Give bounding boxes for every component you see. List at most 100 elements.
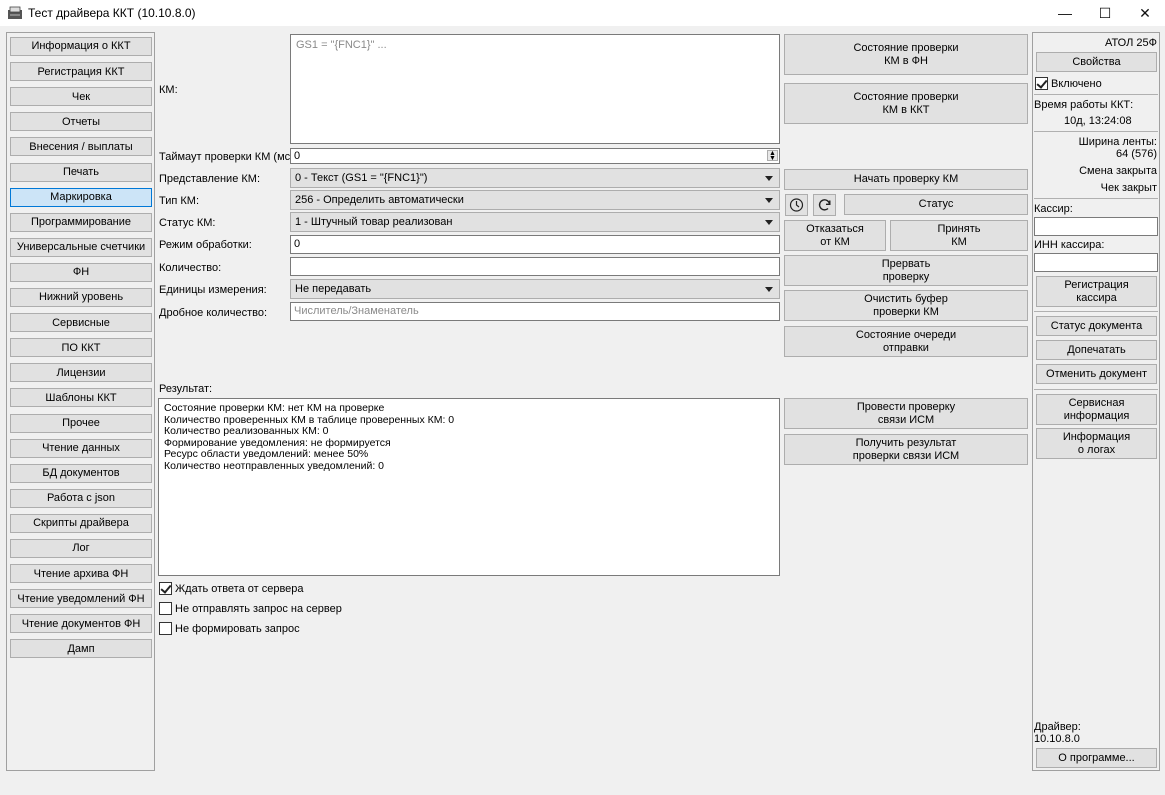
clear-buffer-button[interactable]: Очистить буфер проверки КМ: [784, 290, 1028, 321]
log-info-button[interactable]: Информация о логах: [1036, 428, 1157, 459]
status-button[interactable]: Статус: [844, 194, 1028, 215]
state-kkt-button[interactable]: Состояние проверки КМ в ККТ: [784, 83, 1028, 124]
result-label: Результат:: [159, 383, 213, 395]
driver-version: 10.10.8.0: [1034, 733, 1080, 745]
sidebar-item[interactable]: ПО ККТ: [10, 338, 152, 358]
km-label: КМ:: [159, 84, 178, 96]
mode-input[interactable]: 0: [290, 235, 780, 254]
units-label: Единицы измерения:: [159, 284, 267, 296]
sidebar-item[interactable]: Чек: [10, 87, 152, 107]
register-cashier-button[interactable]: Регистрация кассира: [1036, 276, 1157, 307]
reprint-button[interactable]: Допечатать: [1036, 340, 1157, 360]
title-bar: Тест драйвера ККТ (10.10.8.0) — ☐ ✕: [0, 0, 1165, 26]
service-info-button[interactable]: Сервисная информация: [1036, 394, 1157, 425]
sidebar-item[interactable]: Маркировка: [10, 187, 152, 207]
chevron-down-icon: [765, 287, 773, 292]
interrupt-check-button[interactable]: Прервать проверку: [784, 255, 1028, 286]
device-model: АТОЛ 25Ф: [1104, 37, 1157, 49]
refresh-button[interactable]: [813, 194, 836, 216]
timeout-spinner[interactable]: ▲ ▼: [767, 150, 778, 162]
properties-button[interactable]: Свойства: [1036, 52, 1157, 72]
timeout-input[interactable]: 0 ▲ ▼: [290, 148, 780, 164]
divider: [1034, 94, 1158, 95]
mode-label: Режим обработки:: [159, 239, 252, 251]
tape-width-label: Ширина ленты:: [1078, 136, 1157, 148]
chevron-down-icon: [765, 198, 773, 203]
minimize-button[interactable]: —: [1045, 0, 1085, 26]
sidebar-item[interactable]: Дамп: [10, 639, 152, 659]
type-label: Тип КМ:: [159, 195, 200, 207]
clock-icon: [789, 198, 804, 212]
status-value: 1 - Штучный товар реализован: [295, 216, 453, 228]
sidebar-item[interactable]: ФН: [10, 262, 152, 282]
cashier-input[interactable]: [1034, 217, 1158, 236]
sidebar-item[interactable]: Чтение документов ФН: [10, 614, 152, 634]
check-ism-button[interactable]: Провести проверку связи ИСМ: [784, 398, 1028, 429]
sidebar-item[interactable]: Регистрация ККТ: [10, 62, 152, 82]
queue-state-button[interactable]: Состояние очереди отправки: [784, 326, 1028, 357]
sidebar-item[interactable]: Универсальные счетчики: [10, 237, 152, 257]
timeout-value: 0: [294, 150, 301, 162]
km-textarea[interactable]: GS1 = "{FNC1}" ...: [290, 34, 780, 144]
status-label: Статус КМ:: [159, 217, 216, 229]
clock-button[interactable]: [785, 194, 808, 216]
enabled-checkbox[interactable]: [1035, 77, 1048, 90]
uptime-value: 10д, 13:24:08: [1064, 115, 1132, 127]
sidebar-item[interactable]: Программирование: [10, 212, 152, 232]
sidebar-item[interactable]: Чтение данных: [10, 438, 152, 458]
type-select[interactable]: 256 - Определить автоматически: [290, 190, 780, 210]
option-checkbox[interactable]: [159, 582, 172, 595]
type-value: 256 - Определить автоматически: [295, 194, 464, 206]
sidebar-item[interactable]: Печать: [10, 162, 152, 182]
sidebar-item[interactable]: Отчеты: [10, 112, 152, 132]
divider: [1034, 131, 1158, 132]
result-output[interactable]: Состояние проверки КМ: нет КМ на проверк…: [158, 398, 780, 576]
option-checkbox[interactable]: [159, 602, 172, 615]
enabled-label: Включено: [1051, 78, 1102, 90]
shift-status: Смена закрыта: [1079, 165, 1157, 177]
representation-select[interactable]: 0 - Текст (GS1 = "{FNC1}"): [290, 168, 780, 188]
sidebar-item[interactable]: Чтение уведомлений ФН: [10, 589, 152, 609]
result-line: Ресурс области уведомлений: менее 50%: [164, 448, 369, 460]
accept-km-button[interactable]: Принять КМ: [890, 220, 1028, 251]
tape-width-value: 64 (576): [1116, 148, 1157, 160]
status-select[interactable]: 1 - Штучный товар реализован: [290, 212, 780, 232]
sidebar-item[interactable]: БД документов: [10, 463, 152, 483]
about-button[interactable]: О программе...: [1036, 748, 1157, 768]
chevron-down-icon: [765, 176, 773, 181]
representation-label: Представление КМ:: [159, 173, 260, 185]
cashier-inn-label: ИНН кассира:: [1034, 239, 1105, 251]
cashier-inn-input[interactable]: [1034, 253, 1158, 272]
sidebar-item[interactable]: Чтение архива ФН: [10, 564, 152, 584]
maximize-button[interactable]: ☐: [1085, 0, 1125, 26]
divider: [1034, 389, 1158, 390]
sidebar-item[interactable]: Информация о ККТ: [10, 37, 152, 56]
cashier-label: Кассир:: [1034, 203, 1073, 215]
divider: [1034, 311, 1158, 312]
option-checkbox[interactable]: [159, 622, 172, 635]
sidebar-item[interactable]: Нижний уровень: [10, 288, 152, 307]
close-button[interactable]: ✕: [1125, 0, 1165, 26]
window-title: Тест драйвера ККТ (10.10.8.0): [28, 6, 196, 20]
cancel-document-button[interactable]: Отменить документ: [1036, 364, 1157, 384]
state-fn-button[interactable]: Состояние проверки КМ в ФН: [784, 34, 1028, 75]
sidebar-item[interactable]: Сервисные: [10, 313, 152, 333]
option-checkbox-label: Не формировать запрос: [175, 623, 300, 635]
reject-km-button[interactable]: Отказаться от КМ: [784, 220, 886, 251]
quantity-input[interactable]: [290, 257, 780, 276]
start-check-button[interactable]: Начать проверку КМ: [784, 169, 1028, 190]
driver-label: Драйвер:: [1034, 721, 1081, 733]
ism-result-button[interactable]: Получить результат проверки связи ИСМ: [784, 434, 1028, 465]
units-select[interactable]: Не передавать: [290, 279, 780, 299]
sidebar-item[interactable]: Лог: [10, 539, 152, 558]
sidebar-item[interactable]: Прочее: [10, 413, 152, 433]
sidebar-item[interactable]: Лицензии: [10, 363, 152, 383]
sidebar-item[interactable]: Шаблоны ККТ: [10, 388, 152, 408]
fraction-input[interactable]: Числитель/Знаменатель: [290, 302, 780, 321]
sidebar-item[interactable]: Скрипты драйвера: [10, 513, 152, 533]
quantity-label: Количество:: [159, 262, 222, 274]
sidebar-item[interactable]: Работа с json: [10, 488, 152, 508]
sidebar-item[interactable]: Внесения / выплаты: [10, 137, 152, 157]
document-status-button[interactable]: Статус документа: [1036, 316, 1157, 336]
result-line: Количество реализованных КМ: 0: [164, 425, 329, 437]
